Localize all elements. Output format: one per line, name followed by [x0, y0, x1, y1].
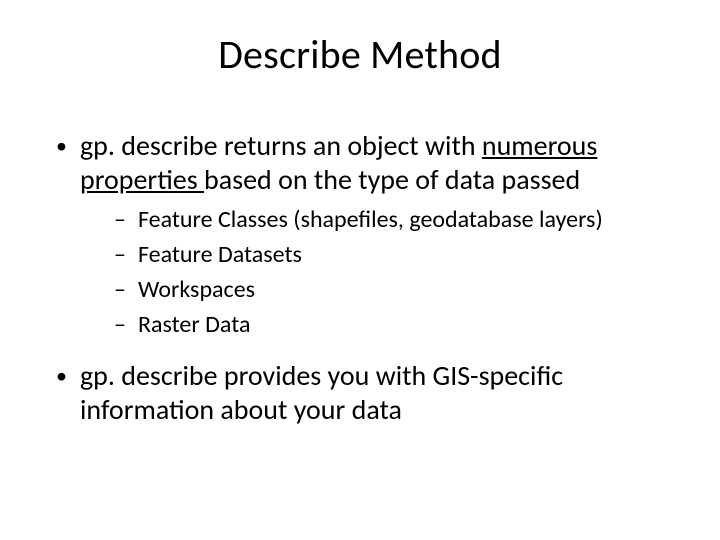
slide: Describe Method gp. describe returns an … [0, 0, 720, 540]
sub-bullet-4: Raster Data [80, 308, 670, 343]
sub-bullet-1: Feature Classes (shapefiles, geodatabase… [80, 203, 670, 238]
bullet-1-text-post: based on the type of data passed [204, 162, 580, 197]
bullet-1-text-pre: gp. describe returns an object with [80, 128, 482, 163]
sub-bullet-2: Feature Datasets [80, 238, 670, 273]
bullet-item-1: gp. describe returns an object with nume… [50, 129, 670, 343]
bullet-list: gp. describe returns an object with nume… [50, 129, 670, 427]
slide-title: Describe Method [50, 30, 670, 79]
sub-bullet-list: Feature Classes (shapefiles, geodatabase… [80, 203, 670, 342]
bullet-item-2: gp. describe provides you with GIS-speci… [50, 359, 670, 427]
sub-bullet-3: Workspaces [80, 273, 670, 308]
